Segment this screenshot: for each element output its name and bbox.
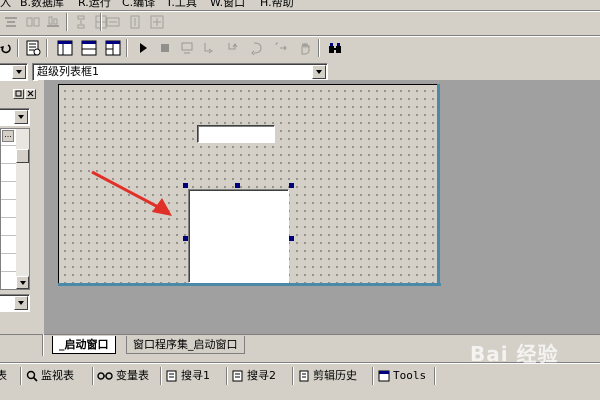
restore-icon[interactable] xyxy=(13,89,24,99)
undo-icon[interactable] xyxy=(0,39,14,57)
toolbar-divider xyxy=(17,39,19,57)
glasses-icon xyxy=(97,370,113,382)
watermark: Bai 经验 xyxy=(470,342,559,366)
menu-item-run[interactable]: R.运行 xyxy=(78,0,111,10)
step-icon[interactable] xyxy=(178,39,196,57)
align-bottom-icon[interactable] xyxy=(44,13,62,31)
edit-box-control[interactable] xyxy=(197,125,275,143)
search-list-icon xyxy=(232,370,244,382)
bottom-tab-divider xyxy=(160,367,162,385)
selection-handle-top[interactable] xyxy=(235,183,240,188)
ellipsis-button[interactable]: ... xyxy=(2,130,14,142)
super-listbox-control[interactable] xyxy=(188,189,289,283)
toolbar-divider xyxy=(66,13,68,31)
menu-item-help[interactable]: H.帮助 xyxy=(260,0,294,10)
chevron-down-icon[interactable] xyxy=(14,296,28,310)
bottom-tab-watch-label: 监视表 xyxy=(41,369,74,382)
bottom-tab-search1-label: 搜寻1 xyxy=(181,369,210,382)
close-icon[interactable] xyxy=(25,89,36,99)
selection-handle-top-left[interactable] xyxy=(183,183,188,188)
menu-item-tools[interactable]: T.工具 xyxy=(166,0,197,10)
toolbar-divider xyxy=(46,39,48,57)
chevron-down-icon[interactable] xyxy=(14,110,28,124)
window-layout-2-icon[interactable] xyxy=(80,39,98,57)
align-center-icon[interactable] xyxy=(24,13,42,31)
window-layout-1-icon[interactable] xyxy=(56,39,74,57)
space-vertical-icon[interactable] xyxy=(72,13,90,31)
bottom-tab-search2-label: 搜寻2 xyxy=(247,369,276,382)
component-combo[interactable]: 超级列表框1 xyxy=(32,63,328,81)
property-grid-scrollbar[interactable] xyxy=(16,129,29,289)
bottom-tab-tools[interactable]: Tools xyxy=(378,367,426,385)
run-to-cursor-icon[interactable] xyxy=(272,39,290,57)
menu-bar: 入 B.数据库 R.运行 C.编译 T.工具 W.窗口 H.帮助 xyxy=(0,0,600,10)
same-width-icon[interactable] xyxy=(104,13,122,31)
bottom-tab-variables-label: 变量表 xyxy=(116,369,149,382)
toolbar-divider xyxy=(100,13,102,31)
property-panel: ... 序 xyxy=(0,86,38,350)
same-size-icon[interactable] xyxy=(148,13,166,31)
form-bottom-edge xyxy=(58,283,441,286)
bottom-tab-search2[interactable]: 搜寻2 xyxy=(232,367,276,385)
same-height-icon[interactable] xyxy=(126,13,144,31)
find-icon[interactable] xyxy=(326,39,344,57)
step-out-icon[interactable] xyxy=(248,39,266,57)
scroll-thumb[interactable] xyxy=(16,149,29,163)
component-combo-value: 超级列表框1 xyxy=(37,65,99,78)
window-layout-3-icon[interactable] xyxy=(104,39,122,57)
selection-handle-left[interactable] xyxy=(183,236,188,241)
chevron-down-icon[interactable] xyxy=(312,65,326,79)
form-right-edge xyxy=(437,84,440,285)
toolbar-divider xyxy=(318,39,320,57)
toolbar-separator xyxy=(0,35,600,37)
run-icon[interactable] xyxy=(134,39,152,57)
selection-handle-right[interactable] xyxy=(289,236,294,241)
scroll-down-icon[interactable] xyxy=(16,276,29,289)
splitter xyxy=(38,80,44,336)
chevron-down-icon[interactable] xyxy=(12,65,26,79)
bottom-tab-table-label: 表 xyxy=(0,369,7,382)
toolbar-divider xyxy=(126,39,128,57)
property-grid[interactable]: ... xyxy=(0,128,30,290)
magnifier-icon xyxy=(26,370,38,382)
bottom-tab-divider xyxy=(20,367,22,385)
stop-icon[interactable] xyxy=(156,39,174,57)
menu-item-window[interactable]: W.窗口 xyxy=(210,0,245,10)
bottom-tab-clip-history[interactable]: 剪辑历史 xyxy=(298,367,357,385)
toolbar-separator xyxy=(0,10,600,12)
menu-item-0[interactable]: 入 xyxy=(0,0,11,10)
bottom-tab-watch[interactable]: 监视表 xyxy=(26,367,74,385)
bottom-tab-table[interactable]: 表 xyxy=(0,367,7,385)
object-type-combo[interactable] xyxy=(0,63,28,81)
property-filter-combo[interactable] xyxy=(0,108,30,126)
bottom-tab-divider xyxy=(92,367,94,385)
bottom-tab-divider xyxy=(434,367,436,385)
menu-item-database[interactable]: B.数据库 xyxy=(20,0,64,10)
clipboard-icon xyxy=(298,370,310,382)
selection-handle-top-right[interactable] xyxy=(289,183,294,188)
step-over-icon[interactable] xyxy=(224,39,242,57)
bottom-tab-clip-history-label: 剪辑历史 xyxy=(313,369,357,382)
bottom-tab-divider xyxy=(292,367,294,385)
tab-window-assembly[interactable]: 窗口程序集_启动窗口 xyxy=(126,336,245,354)
search-list-icon xyxy=(166,370,178,382)
bottom-tab-variables[interactable]: 变量表 xyxy=(97,367,149,385)
tab-startup-window[interactable]: _启动窗口 xyxy=(52,336,116,354)
bottom-tab-divider xyxy=(226,367,228,385)
step-into-icon[interactable] xyxy=(200,39,218,57)
properties-icon[interactable] xyxy=(24,39,42,57)
property-value-combo[interactable] xyxy=(0,294,30,312)
hand-icon[interactable] xyxy=(296,39,314,57)
tab-strip-divider xyxy=(42,334,44,356)
bottom-tab-search1[interactable]: 搜寻1 xyxy=(166,367,210,385)
bottom-tab-tools-label: Tools xyxy=(393,369,427,382)
align-top-icon[interactable] xyxy=(2,13,20,31)
bottom-tab-divider xyxy=(372,367,374,385)
tools-icon xyxy=(378,370,390,382)
menu-item-compile[interactable]: C.编译 xyxy=(122,0,155,10)
